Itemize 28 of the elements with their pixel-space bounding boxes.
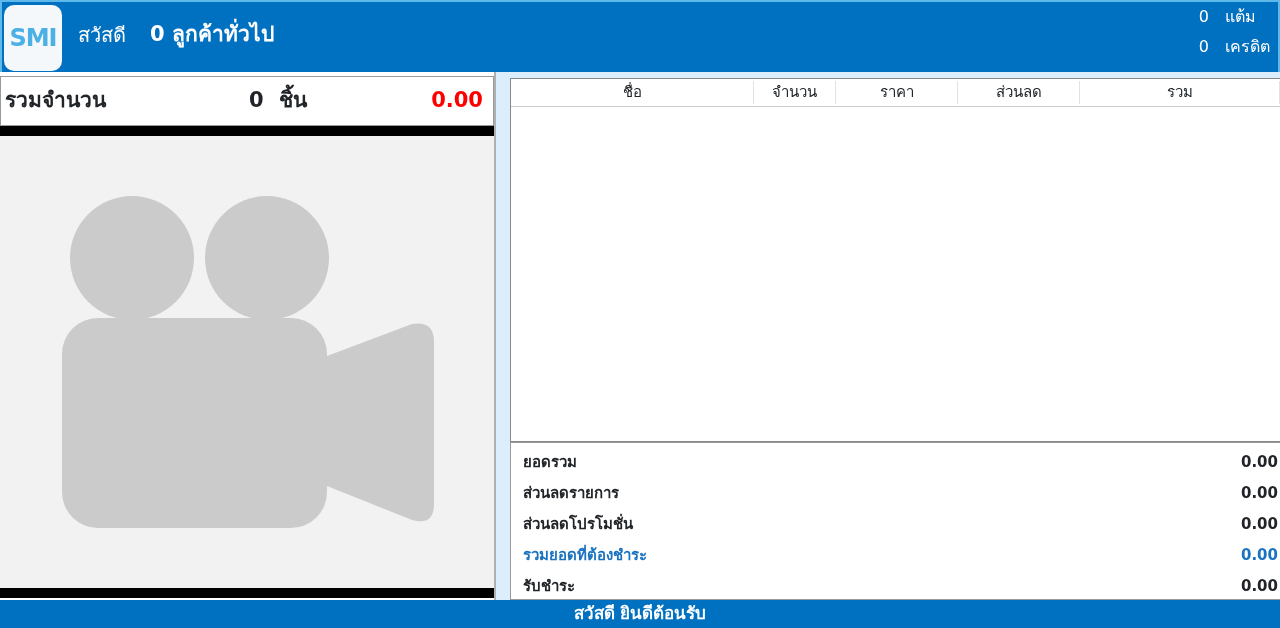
column-header: ชื่อ [622, 83, 642, 102]
column-header: จำนวน [772, 83, 817, 102]
total-quantity-label: รวมจำนวน [5, 87, 108, 115]
points-label: แต้ม [1225, 6, 1256, 28]
summary-value: 0.00 [1241, 514, 1278, 536]
summary-label: ส่วนลดโปรโมชั่น [523, 513, 633, 536]
status-message: สวัสดี ยินดีต้อนรับ [573, 602, 707, 626]
credit-value: 0 [1197, 36, 1209, 58]
points-value: 0 [1197, 6, 1209, 28]
greeting: สวัสดี [78, 22, 126, 49]
video-camera-icon [62, 196, 434, 528]
summary-label: รวมยอดที่ต้องชำระ [523, 544, 647, 567]
summary-label: ส่วนลดรายการ [523, 483, 619, 505]
summary-value: 0.00 [1241, 545, 1278, 567]
summary-value: 0.00 [1241, 483, 1278, 505]
summary-value: 0.00 [1241, 576, 1278, 598]
column-header: รวม [1166, 83, 1193, 102]
summary-label: ยอดรวม [523, 452, 577, 474]
logo: SMI [4, 5, 62, 71]
quantity-value: 0 [249, 87, 265, 115]
column-header: ส่วนลด [995, 83, 1042, 102]
summary-label: รับชำระ [523, 576, 575, 598]
unit-label: ชิ้น [279, 85, 307, 117]
customer-name: 0 ลูกค้าทั่วไป [150, 19, 274, 51]
column-header: ราคา [879, 83, 914, 102]
summary-value: 0.00 [1241, 452, 1278, 474]
credit-label: เครดิต [1225, 36, 1270, 58]
total-amount: 0.00 [431, 87, 483, 115]
